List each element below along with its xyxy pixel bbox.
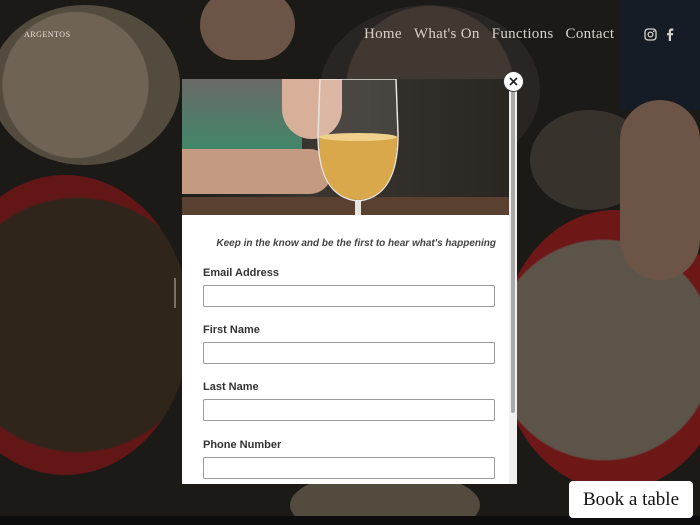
site-logo[interactable]: ARGENTOS (24, 30, 71, 39)
first-name-field[interactable] (203, 342, 495, 364)
last-name-label: Last Name (203, 381, 259, 393)
newsletter-tagline: Keep in the know and be the first to hea… (216, 238, 496, 249)
book-table-button[interactable]: Book a table (569, 481, 693, 518)
nav-whats-on[interactable]: What's On (414, 26, 480, 43)
nav-functions[interactable]: Functions (492, 26, 554, 43)
nav-home[interactable]: Home (364, 26, 402, 43)
instagram-icon[interactable] (644, 28, 657, 41)
phone-number-label: Phone Number (203, 439, 282, 451)
close-icon (509, 77, 518, 86)
nav-contact[interactable]: Contact (566, 26, 615, 43)
wine-photo (182, 79, 509, 215)
close-modal-button[interactable] (503, 71, 524, 92)
facebook-icon[interactable] (665, 28, 674, 41)
last-name-field[interactable] (203, 399, 495, 421)
wine-glass-icon (317, 79, 399, 215)
social-links (644, 28, 674, 41)
phone-number-field[interactable] (203, 457, 495, 479)
scrollbar-thumb[interactable] (511, 91, 515, 413)
newsletter-modal: Keep in the know and be the first to hea… (182, 79, 517, 484)
email-field[interactable] (203, 285, 495, 307)
email-label: Email Address (203, 267, 280, 279)
main-nav: Home What's On Functions Contact (364, 26, 614, 43)
first-name-label: First Name (203, 324, 260, 336)
